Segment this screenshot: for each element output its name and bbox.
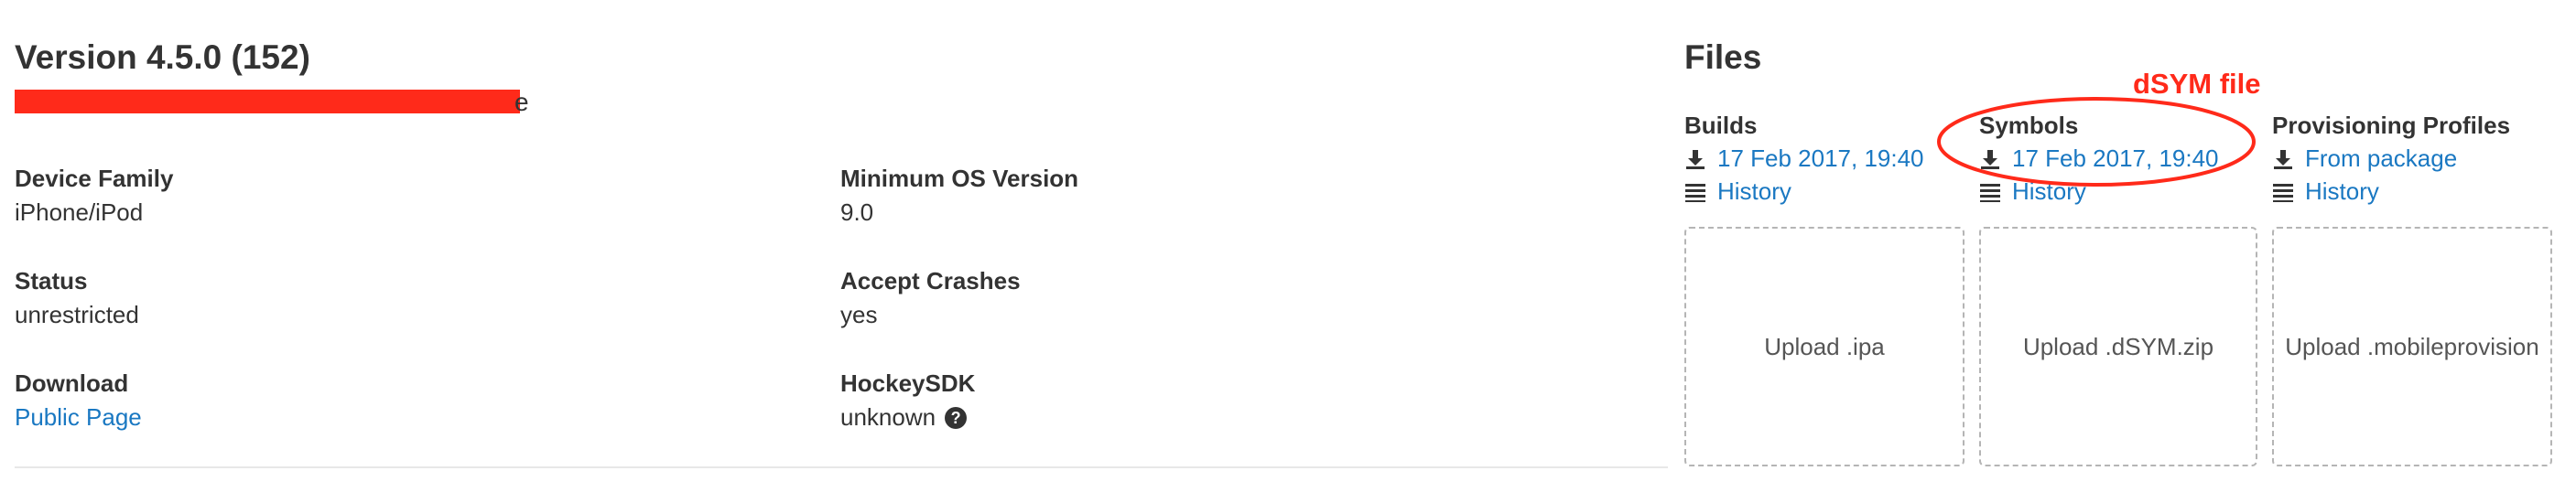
files-title: Files xyxy=(1684,38,1762,76)
profiles-download-label[interactable]: From package xyxy=(2305,144,2457,173)
builds-label: Builds xyxy=(1684,112,1758,139)
annotation-ellipse xyxy=(1937,97,2256,187)
builds-download-link[interactable]: 17 Feb 2017, 19:40 xyxy=(1684,144,1924,173)
device-family-value: iPhone/iPod xyxy=(15,198,144,226)
upload-mobileprovision-dropzone[interactable]: Upload .mobileprovision xyxy=(2272,227,2552,466)
section-divider xyxy=(15,466,1668,468)
profiles-label: Provisioning Profiles xyxy=(2272,112,2511,139)
builds-history-link[interactable]: History xyxy=(1684,177,1791,206)
question-circle-icon[interactable]: ? xyxy=(945,406,968,429)
status-label: Status xyxy=(15,267,88,294)
status-value: unrestricted xyxy=(15,301,139,328)
builds-history-label[interactable]: History xyxy=(1717,177,1791,206)
download-label: Download xyxy=(15,369,129,397)
hockeysdk-label: HockeySDK xyxy=(840,369,976,397)
profiles-history-label[interactable]: History xyxy=(2305,177,2379,206)
list-icon xyxy=(2272,181,2294,203)
accept-crashes-value: yes xyxy=(840,301,878,328)
accept-crashes-label: Accept Crashes xyxy=(840,267,1021,294)
version-title: Version 4.5.0 (152) xyxy=(15,38,310,76)
device-family-label: Device Family xyxy=(15,165,174,192)
min-os-label: Minimum OS Version xyxy=(840,165,1079,192)
download-icon xyxy=(1684,148,1706,170)
accept-crashes-field: Accept Crashes yes xyxy=(840,267,1021,329)
upload-ipa-dropzone[interactable]: Upload .ipa xyxy=(1684,227,1964,466)
device-family-field: Device Family iPhone/iPod xyxy=(15,165,173,227)
list-icon xyxy=(1684,181,1706,203)
min-os-field: Minimum OS Version 9.0 xyxy=(840,165,1078,227)
builds-download-label[interactable]: 17 Feb 2017, 19:40 xyxy=(1717,144,1924,173)
upload-dsym-dropzone[interactable]: Upload .dSYM.zip xyxy=(1979,227,2257,466)
annotation-label: dSYM file xyxy=(2133,68,2261,100)
status-field: Status unrestricted xyxy=(15,267,139,329)
min-os-value: 9.0 xyxy=(840,198,874,226)
hockeysdk-field: HockeySDK unknown ? xyxy=(840,369,975,432)
download-field: Download Public Page xyxy=(15,369,142,432)
public-page-link[interactable]: Public Page xyxy=(15,403,142,432)
download-icon xyxy=(2272,148,2294,170)
profiles-download-link[interactable]: From package xyxy=(2272,144,2457,173)
redaction-bar xyxy=(15,90,520,113)
version-subtitle-tail: e xyxy=(514,88,529,116)
profiles-history-link[interactable]: History xyxy=(2272,177,2379,206)
hockeysdk-value: unknown xyxy=(840,403,936,431)
